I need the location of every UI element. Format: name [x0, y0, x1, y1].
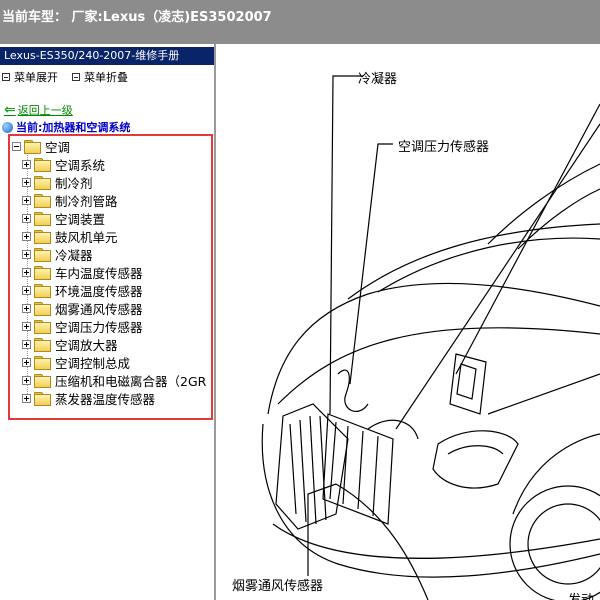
expand-menu-button[interactable]: 菜单展开 [2, 69, 58, 85]
folder-icon [34, 158, 51, 172]
tree-item-label: 空调压力传感器 [55, 319, 143, 335]
expand-node-icon[interactable] [22, 285, 31, 295]
collapse-menu-label: 菜单折叠 [84, 71, 128, 84]
tree-root[interactable]: 空调 [12, 137, 70, 155]
tree-item[interactable]: 环境温度传感器 [22, 281, 143, 299]
tree-root-label: 空调 [45, 139, 71, 155]
tree-item[interactable]: 蒸发器温度传感器 [22, 389, 155, 407]
tree-item-label: 鼓风机单元 [55, 229, 118, 245]
current-section-label: 当前:加热器和空调系统 [16, 121, 131, 134]
expand-node-icon[interactable] [22, 213, 31, 223]
current-vehicle-title: 当前车型： 厂家:Lexus（凌志)ES3502007 [2, 10, 272, 25]
tree-item[interactable]: 空调压力传感器 [22, 317, 143, 335]
expand-node-icon[interactable] [22, 177, 31, 187]
folder-icon [34, 374, 51, 388]
manual-title: Lexus-ES350/240-2007-维修手册 [0, 47, 214, 65]
car-front-illustration [261, 75, 600, 600]
category-tree: 空调 空调系统制冷剂制冷剂管路空调装置鼓风机单元冷凝器车内温度传感器 环境温度传感… [8, 134, 213, 420]
expand-node-icon[interactable] [22, 357, 31, 367]
sidebar-navigation: Lexus-ES350/240-2007-维修手册 菜单展开 菜单折叠 ⇐ 返回… [0, 44, 216, 600]
window-titlebar: 当前车型： 厂家:Lexus（凌志)ES3502007 [0, 0, 600, 44]
tree-item-label: 车内温度传感器 [55, 265, 143, 281]
tree-item[interactable]: 制冷剂 [22, 173, 93, 191]
tree-item[interactable]: 车内温度传感器 [22, 263, 143, 281]
tree-item[interactable]: 空调放大器 [22, 335, 118, 353]
engine-label-partial: 发动 [568, 589, 594, 600]
globe-icon [2, 121, 13, 133]
tree-item[interactable]: 空调控制总成 [22, 353, 130, 371]
folder-icon [34, 392, 51, 406]
tree-item-label: 冷凝器 [55, 247, 93, 263]
tree-item-label: 制冷剂管路 [55, 193, 118, 209]
expand-node-icon[interactable] [22, 231, 31, 241]
tree-item-label: 空调放大器 [55, 337, 118, 353]
expand-menu-label: 菜单展开 [14, 71, 58, 84]
back-link[interactable]: ⇐ 返回上一级 [4, 102, 73, 118]
ac-pressure-sensor-label: 空调压力传感器 [398, 140, 490, 155]
tree-item-label: 空调装置 [55, 211, 106, 227]
tree-item[interactable]: 烟雾通风传感器 [22, 299, 143, 317]
folder-icon [34, 176, 51, 190]
folder-icon [34, 230, 51, 244]
collapse-icon [72, 73, 80, 81]
expand-icon [2, 73, 10, 81]
folder-icon [34, 338, 51, 352]
folder-icon [34, 212, 51, 226]
folder-icon [34, 284, 51, 298]
back-arrow-icon: ⇐ [4, 102, 16, 118]
tree-item-label: 烟雾通风传感器 [55, 301, 143, 317]
folder-icon [34, 248, 51, 262]
current-section: 当前:加热器和空调系统 [2, 119, 130, 135]
tree-item[interactable]: 制冷剂管路 [22, 191, 118, 209]
folder-icon [34, 356, 51, 370]
expand-node-icon[interactable] [22, 321, 31, 331]
tree-item-label: 蒸发器温度传感器 [55, 391, 156, 407]
tree-item-label: 制冷剂 [55, 175, 93, 191]
expand-node-icon[interactable] [22, 267, 31, 277]
folder-icon [34, 266, 51, 280]
smog-ventilation-sensor-label: 烟雾通风传感器 [232, 579, 324, 594]
folder-open-icon [24, 140, 41, 154]
expand-node-icon[interactable] [22, 195, 31, 205]
expand-node-icon[interactable] [22, 375, 31, 385]
tree-item-label: 压缩机和电磁离合器（2GR [55, 373, 207, 389]
expand-node-icon[interactable] [22, 393, 31, 403]
folder-icon [34, 320, 51, 334]
tree-item[interactable]: 鼓风机单元 [22, 227, 118, 245]
folder-icon [34, 302, 51, 316]
expand-node-icon[interactable] [22, 339, 31, 349]
ac-diagram: 冷凝器 空调压力传感器 烟雾通风传感器 发动 [218, 44, 600, 600]
condenser-label: 冷凝器 [358, 72, 398, 87]
tree-item[interactable]: 冷凝器 [22, 245, 93, 263]
tree-item[interactable]: 空调系统 [22, 155, 105, 173]
collapse-node-icon[interactable] [12, 141, 21, 151]
expand-node-icon[interactable] [22, 159, 31, 169]
collapse-menu-button[interactable]: 菜单折叠 [72, 69, 128, 85]
tree-item[interactable]: 空调装置 [22, 209, 105, 227]
expand-node-icon[interactable] [22, 303, 31, 313]
expand-node-icon[interactable] [22, 249, 31, 259]
tree-item[interactable]: 压缩机和电磁离合器（2GR [22, 371, 206, 389]
tree-item-label: 空调系统 [55, 157, 106, 173]
back-link-label: 返回上一级 [17, 104, 73, 117]
folder-icon [34, 194, 51, 208]
menu-actions: 菜单展开 菜单折叠 [2, 69, 128, 85]
tree-item-label: 环境温度传感器 [55, 283, 143, 299]
tree-item-label: 空调控制总成 [55, 355, 131, 371]
